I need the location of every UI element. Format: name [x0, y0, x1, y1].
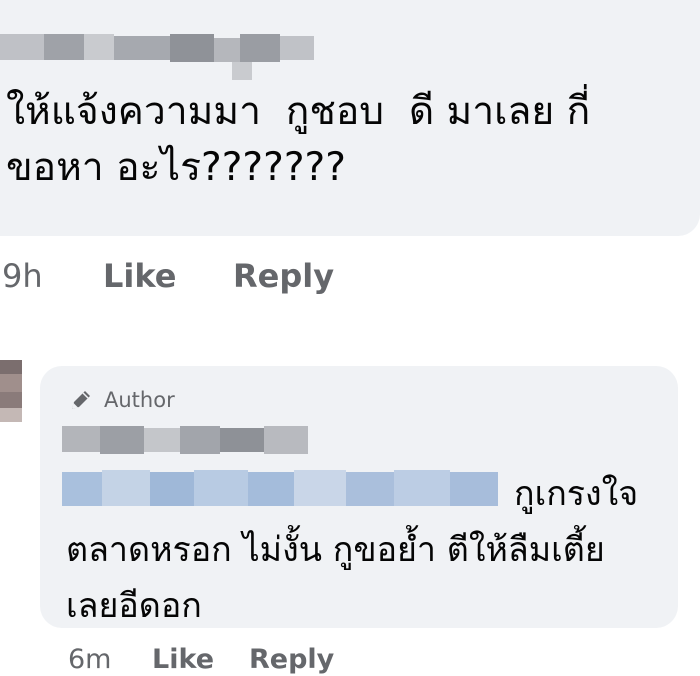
- reply-author-name-blurred[interactable]: [62, 420, 322, 460]
- reply-button[interactable]: Reply: [249, 644, 334, 675]
- comment-actions: 9h Like Reply: [2, 257, 334, 295]
- like-button[interactable]: Like: [103, 257, 176, 295]
- author-badge: Author: [68, 386, 175, 414]
- comment-time[interactable]: 9h: [2, 257, 43, 295]
- reply-actions: 6m Like Reply: [68, 644, 334, 675]
- reply-button[interactable]: Reply: [233, 257, 334, 295]
- avatar[interactable]: [0, 360, 22, 422]
- commenter-name-blurred[interactable]: [0, 24, 320, 82]
- reply-time[interactable]: 6m: [68, 644, 111, 675]
- pencil-icon: [72, 391, 90, 409]
- like-button[interactable]: Like: [152, 644, 214, 675]
- reply-text: กูเกรงใจ ตลาดหรอก ไม่งั้น กูขอย้ำ ตีให้ล…: [66, 474, 639, 626]
- comment-text: ให้แจ้งความมา กูชอบ ดี มาเลย กี่ ขอหา อะ…: [6, 89, 603, 190]
- author-label: Author: [104, 388, 175, 412]
